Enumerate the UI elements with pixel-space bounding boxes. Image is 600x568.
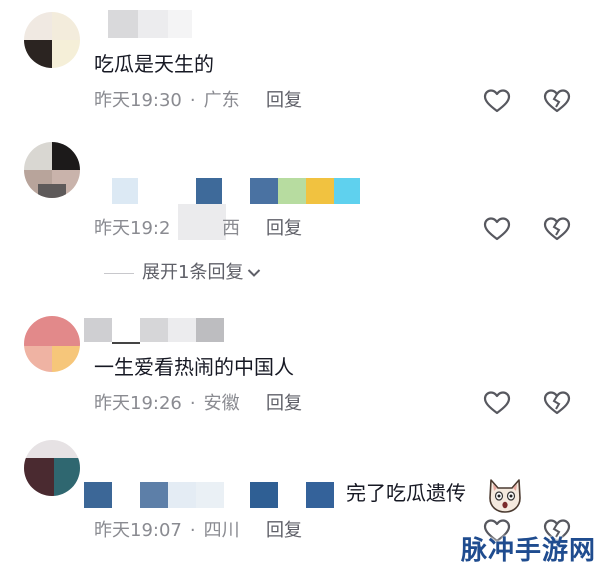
comment-meta: 昨天19:2 [94,218,170,240]
heart-outline-icon[interactable] [483,88,511,114]
broken-heart-icon[interactable] [543,216,571,242]
avatar[interactable] [24,316,80,372]
location-mosaic [178,204,226,240]
reply-button[interactable]: 回复 [266,218,302,240]
site-watermark: 脉冲手游网 [460,536,596,566]
comment-location: 广东 [203,90,240,111]
comment-list: 吃瓜是天生的 昨天19:30 · 广东 回复 昨天19:2 西 回复 展开1条回… [0,0,600,568]
expand-replies-label: 展开1条回复 [142,262,244,283]
comment-text: 一生爱看热闹的中国人 [94,355,294,379]
avatar[interactable] [24,440,80,496]
comment-text: 完了吃瓜遗传 [346,481,466,505]
comment-text: 吃瓜是天生的 [94,52,214,76]
comment-time: 昨天19:30 [94,90,182,111]
reply-button[interactable]: 回复 [266,90,302,112]
avatar[interactable] [24,12,80,68]
comment-location: 四川 [203,520,240,541]
cat-face-emoji-icon [486,474,524,514]
comment-meta: 昨天19:07 · 四川 [94,520,240,541]
expand-replies-button[interactable]: 展开1条回复 [104,262,261,284]
comment-time: 昨天19:2 [94,218,171,239]
comment-meta: 昨天19:30 · 广东 [94,90,240,111]
divider-line [104,272,134,274]
comment-time: 昨天19:26 [94,393,182,414]
heart-outline-icon[interactable] [483,390,511,416]
comment-time: 昨天19:07 [94,520,182,541]
reply-button[interactable]: 回复 [266,520,302,542]
broken-heart-icon[interactable] [543,88,571,114]
avatar[interactable] [24,142,80,198]
broken-heart-icon[interactable] [543,390,571,416]
reply-button[interactable]: 回复 [266,393,302,415]
comment-location: 安徽 [203,393,240,414]
chevron-down-icon [247,262,261,284]
heart-outline-icon[interactable] [483,216,511,242]
comment-meta: 昨天19:26 · 安徽 [94,393,240,414]
comment-location: 西 [222,218,240,239]
